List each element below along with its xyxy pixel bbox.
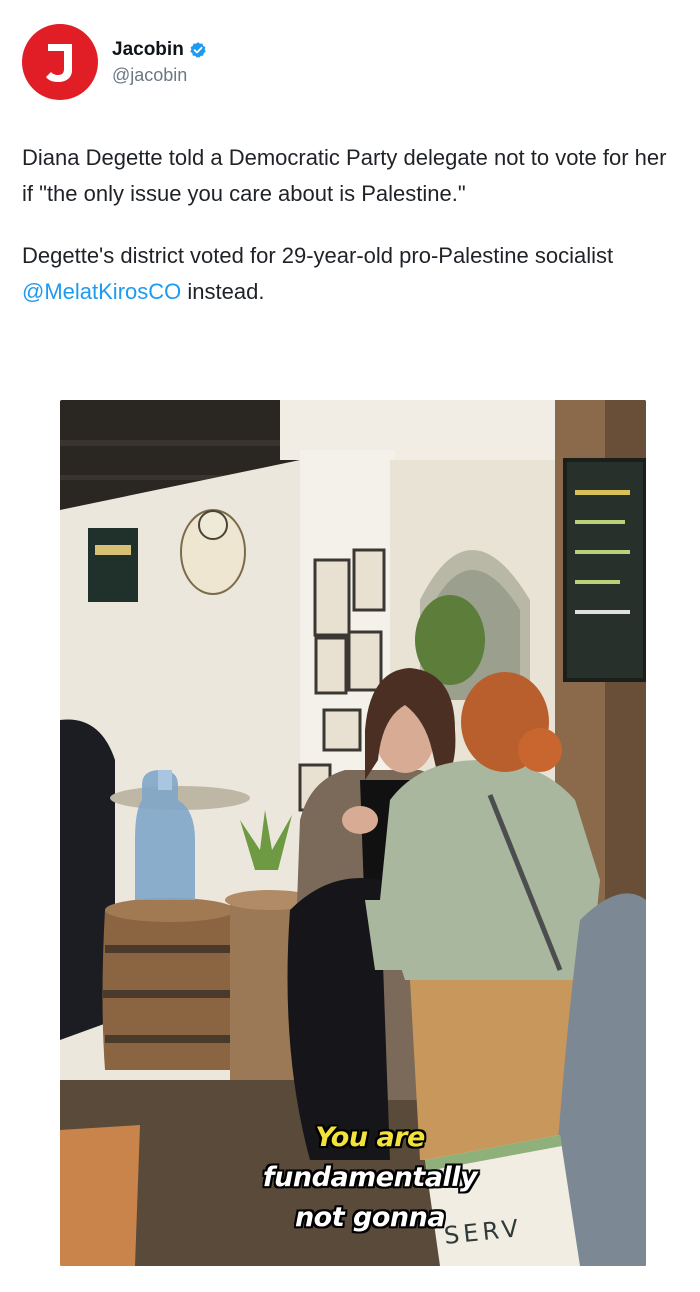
name-row: Jacobin — [112, 39, 207, 61]
tweet-header: Jacobin @jacobin — [22, 22, 207, 102]
verified-badge-icon — [190, 41, 206, 58]
caption-line-3: not gonna — [294, 1202, 446, 1233]
author-names: Jacobin @jacobin — [112, 39, 207, 86]
handle[interactable]: @jacobin — [112, 65, 207, 86]
avatar[interactable] — [22, 24, 98, 100]
mention-link[interactable]: @MelatKirosCO — [22, 279, 181, 304]
tweet-text: Diana Degette told a Democratic Party de… — [22, 140, 682, 310]
tweet-paragraph-1: Diana Degette told a Democratic Party de… — [22, 145, 667, 206]
paragraph-2-text-end: instead. — [181, 279, 265, 304]
jacobin-logo-icon — [46, 44, 72, 82]
tweet-card: Jacobin @jacobin Diana Degette told a De… — [0, 0, 700, 1292]
tweet-paragraph-2: Degette's district voted for 29-year-old… — [22, 238, 682, 310]
display-name[interactable]: Jacobin — [112, 39, 184, 61]
caption-line-2: fundamentally — [262, 1162, 478, 1193]
caption-line-1: You are — [315, 1122, 425, 1153]
paragraph-2-text: Degette's district voted for 29-year-old… — [22, 243, 614, 268]
video-caption: You are fundamentally not gonna — [230, 1118, 510, 1238]
